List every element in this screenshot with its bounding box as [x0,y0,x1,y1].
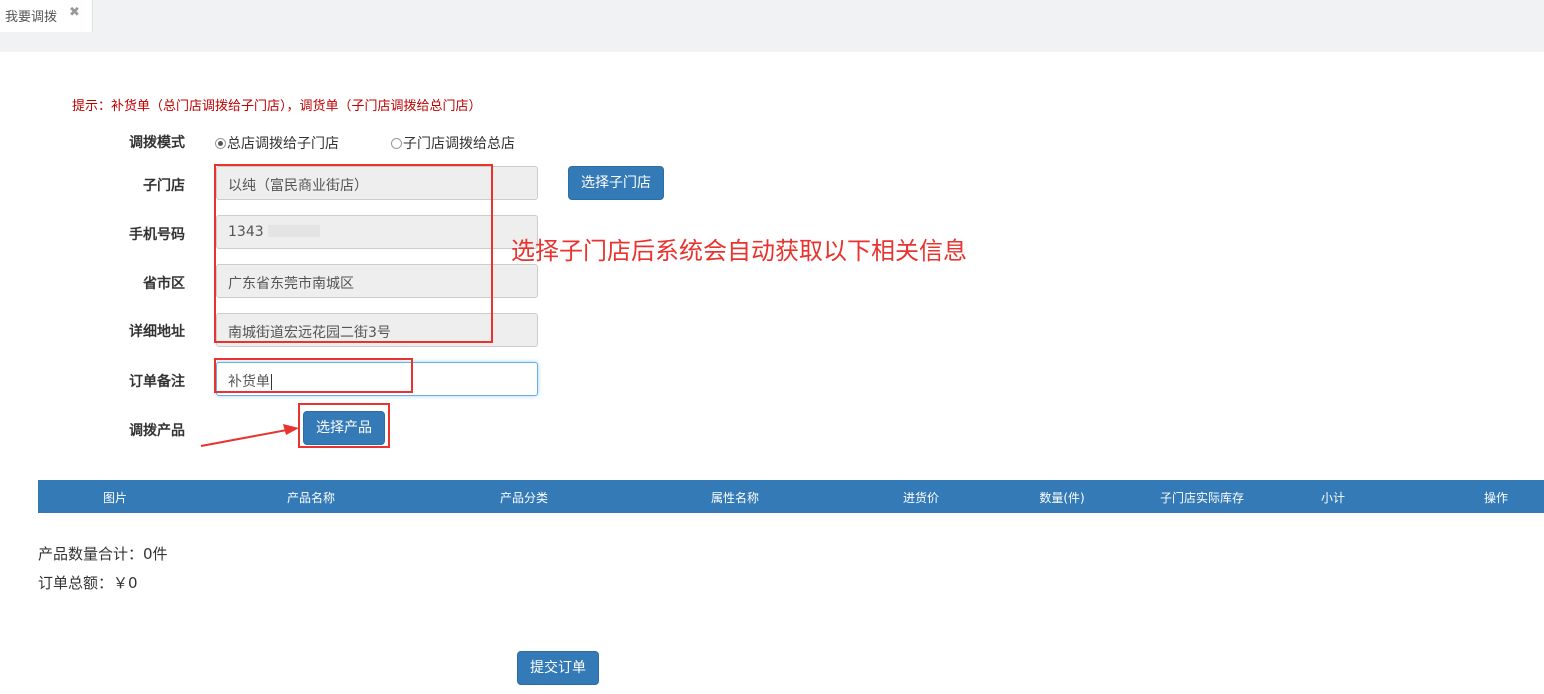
radio-unselected-icon [391,138,402,149]
annotation-box-remark [214,358,413,393]
substore-label: 子门店 [143,178,185,194]
column-header-product-name: 产品名称 [286,491,336,505]
radio-selected-icon [215,138,226,149]
column-header-quantity: 数量(件) [1039,491,1085,505]
quantity-total: 产品数量合计：0件 [38,545,168,563]
address-label: 详细地址 [129,324,185,340]
annotation-box-product [298,403,390,448]
select-substore-button[interactable]: 选择子门店 [568,166,664,200]
column-header-actions: 操作 [1483,491,1509,505]
column-header-purchase-price: 进货价 [902,491,940,505]
annotation-text: 选择子门店后系统会自动获取以下相关信息 [511,237,967,265]
annotation-box-autofill [214,164,493,343]
tab-title: 我要调拨 [5,10,58,25]
radio-substore-to-hq[interactable]: 子门店调拨给总店 [391,133,515,153]
tab-bar: 我要调拨 ✖ [0,0,1544,52]
order-total: 订单总额：￥0 [38,574,138,592]
radio-label: 子门店调拨给总店 [403,136,515,152]
column-header-subtotal: 小计 [1320,491,1346,505]
column-header-substore-stock: 子门店实际库存 [1159,491,1245,505]
submit-order-button[interactable]: 提交订单 [517,651,599,685]
remark-label: 订单备注 [129,374,185,390]
tab-transfer[interactable]: 我要调拨 ✖ [0,0,93,32]
annotation-arrow-icon [200,424,299,447]
region-label: 省市区 [143,276,185,292]
mode-label: 调拨模式 [129,135,185,151]
column-header-attribute: 属性名称 [710,491,760,505]
radio-hq-to-substore[interactable]: 总店调拨给子门店 [215,133,339,153]
phone-label: 手机号码 [129,227,185,243]
hint-text: 提示：补货单（总门店调拨给子门店），调货单（子门店调拨给总门店） [72,99,482,114]
product-label: 调拨产品 [129,423,185,439]
radio-label: 总店调拨给子门店 [227,136,339,152]
column-header-category: 产品分类 [499,491,549,505]
close-icon[interactable]: ✖ [69,5,80,20]
column-header-image: 图片 [102,491,128,505]
product-table-header: 图片 产品名称 产品分类 属性名称 进货价 数量(件) 子门店实际库存 小计 操… [38,480,1544,513]
